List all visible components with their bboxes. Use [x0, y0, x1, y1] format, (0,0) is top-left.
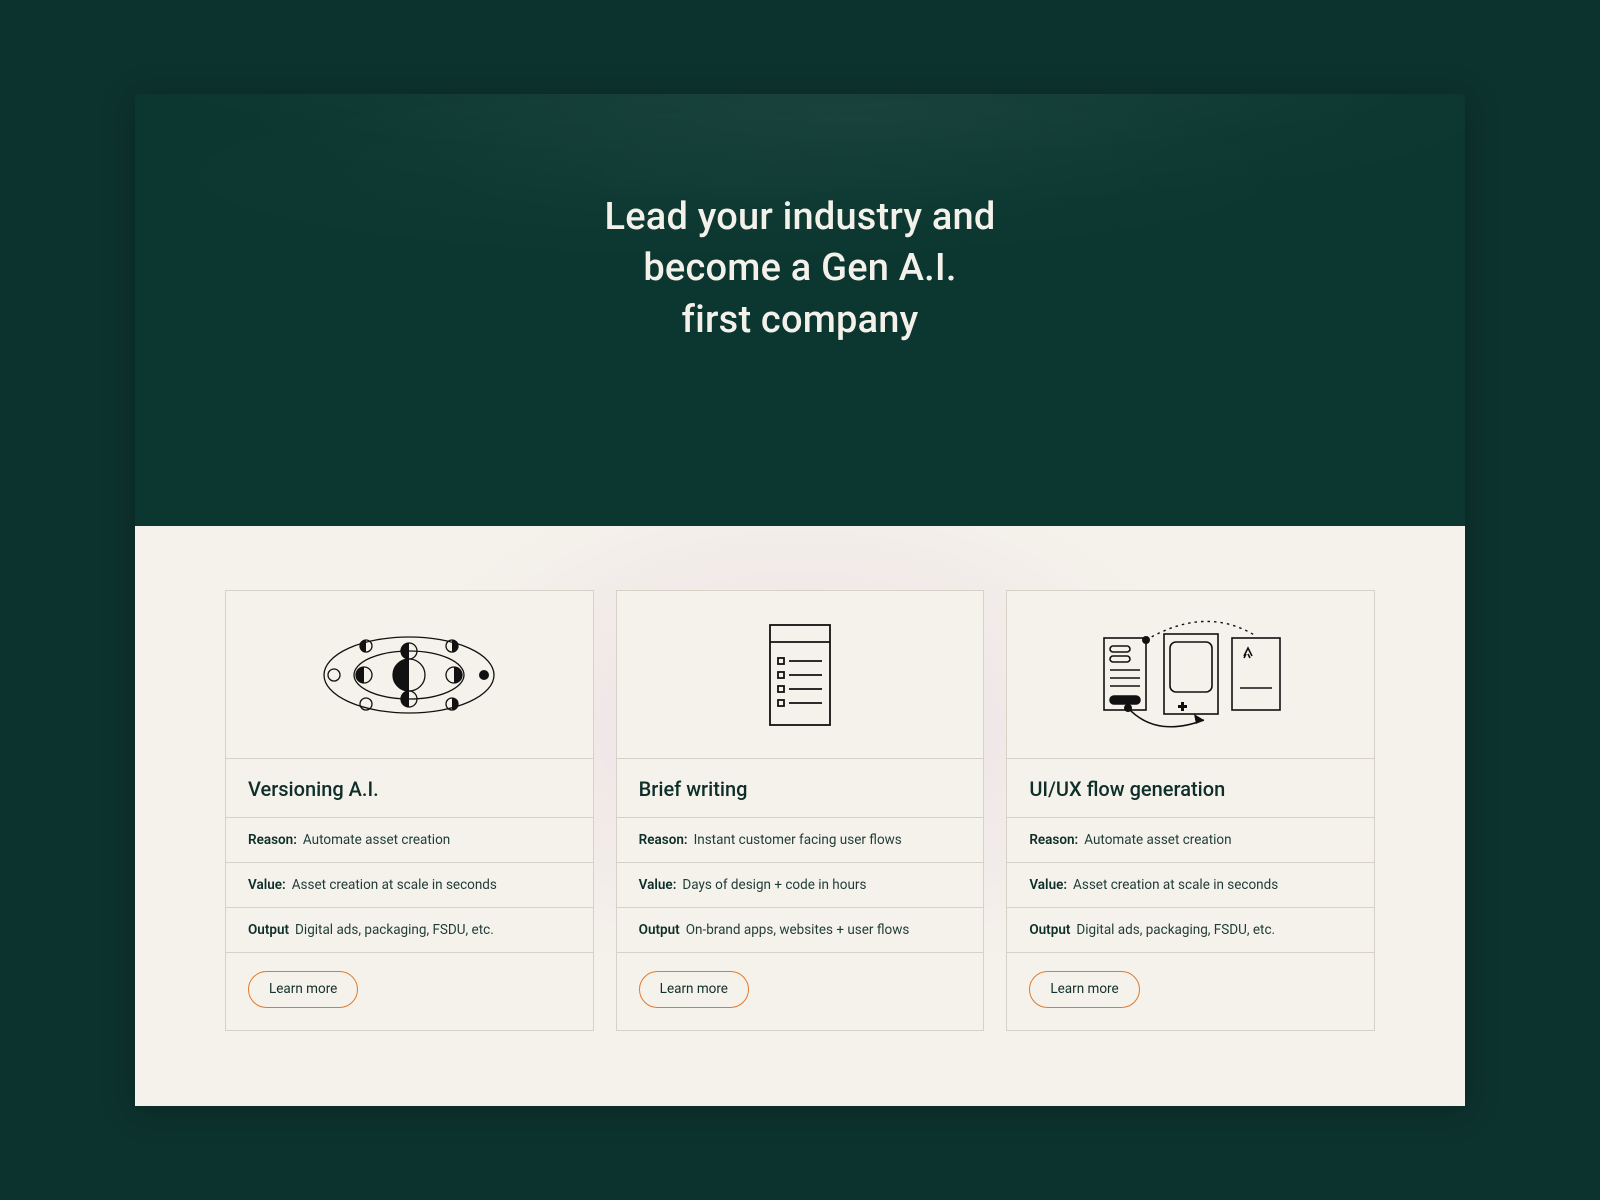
reason-value: Instant customer facing user flows — [694, 832, 902, 848]
card-row-output: Output Digital ads, packaging, FSDU, etc… — [226, 908, 593, 953]
card-footer: Learn more — [617, 953, 984, 1030]
card-row-value: Value: Days of design + code in hours — [617, 863, 984, 908]
reason-label: Reason: — [248, 832, 297, 848]
value-label: Value: — [639, 877, 677, 893]
card-title: Versioning A.I. — [226, 759, 593, 818]
moon-phases-icon — [304, 610, 514, 740]
reason-value: Automate asset creation — [303, 832, 450, 848]
content-section: Versioning A.I. Reason: Automate asset c… — [135, 526, 1465, 1106]
card-versioning: Versioning A.I. Reason: Automate asset c… — [225, 590, 594, 1031]
hero-line1: Lead your industry and — [605, 195, 996, 239]
card-title: Brief writing — [617, 759, 984, 818]
wireframes-flow-icon — [1086, 610, 1296, 740]
card-title: UI/UX flow generation — [1007, 759, 1374, 818]
card-row-value: Value: Asset creation at scale in second… — [1007, 863, 1374, 908]
brief-writing-illustration — [617, 591, 984, 759]
card-footer: Learn more — [1007, 953, 1374, 1030]
versioning-illustration — [226, 591, 593, 759]
hero-headline: Lead your industry and become a Gen A.I.… — [605, 192, 996, 346]
page: Lead your industry and become a Gen A.I.… — [135, 94, 1465, 1106]
card-footer: Learn more — [226, 953, 593, 1030]
value-value: Asset creation at scale in seconds — [1073, 877, 1278, 893]
card-row-output: Output On-brand apps, websites + user fl… — [617, 908, 984, 953]
card-row-reason: Reason: Automate asset creation — [1007, 818, 1374, 863]
value-value: Asset creation at scale in seconds — [292, 877, 497, 893]
learn-more-button[interactable]: Learn more — [639, 971, 749, 1008]
value-label: Value: — [1029, 877, 1067, 893]
output-label: Output — [1029, 922, 1070, 938]
card-row-reason: Reason: Instant customer facing user flo… — [617, 818, 984, 863]
reason-value: Automate asset creation — [1084, 832, 1231, 848]
hero-section: Lead your industry and become a Gen A.I.… — [135, 94, 1465, 526]
value-value: Days of design + code in hours — [682, 877, 866, 893]
hero-line3: first company — [682, 298, 919, 342]
card-row-value: Value: Asset creation at scale in second… — [226, 863, 593, 908]
card-uiux-flow: UI/UX flow generation Reason: Automate a… — [1006, 590, 1375, 1031]
card-brief-writing: Brief writing Reason: Instant customer f… — [616, 590, 985, 1031]
card-row-reason: Reason: Automate asset creation — [226, 818, 593, 863]
learn-more-button[interactable]: Learn more — [1029, 971, 1139, 1008]
hero-line2: become a Gen A.I. — [643, 246, 956, 290]
value-label: Value: — [248, 877, 286, 893]
output-value: Digital ads, packaging, FSDU, etc. — [1076, 922, 1275, 938]
output-label: Output — [639, 922, 680, 938]
uiux-flow-illustration — [1007, 591, 1374, 759]
reason-label: Reason: — [639, 832, 688, 848]
cards-row: Versioning A.I. Reason: Automate asset c… — [225, 590, 1375, 1031]
learn-more-button[interactable]: Learn more — [248, 971, 358, 1008]
document-list-icon — [695, 610, 905, 740]
reason-label: Reason: — [1029, 832, 1078, 848]
card-row-output: Output Digital ads, packaging, FSDU, etc… — [1007, 908, 1374, 953]
output-value: On-brand apps, websites + user flows — [686, 922, 910, 938]
output-value: Digital ads, packaging, FSDU, etc. — [295, 922, 494, 938]
output-label: Output — [248, 922, 289, 938]
